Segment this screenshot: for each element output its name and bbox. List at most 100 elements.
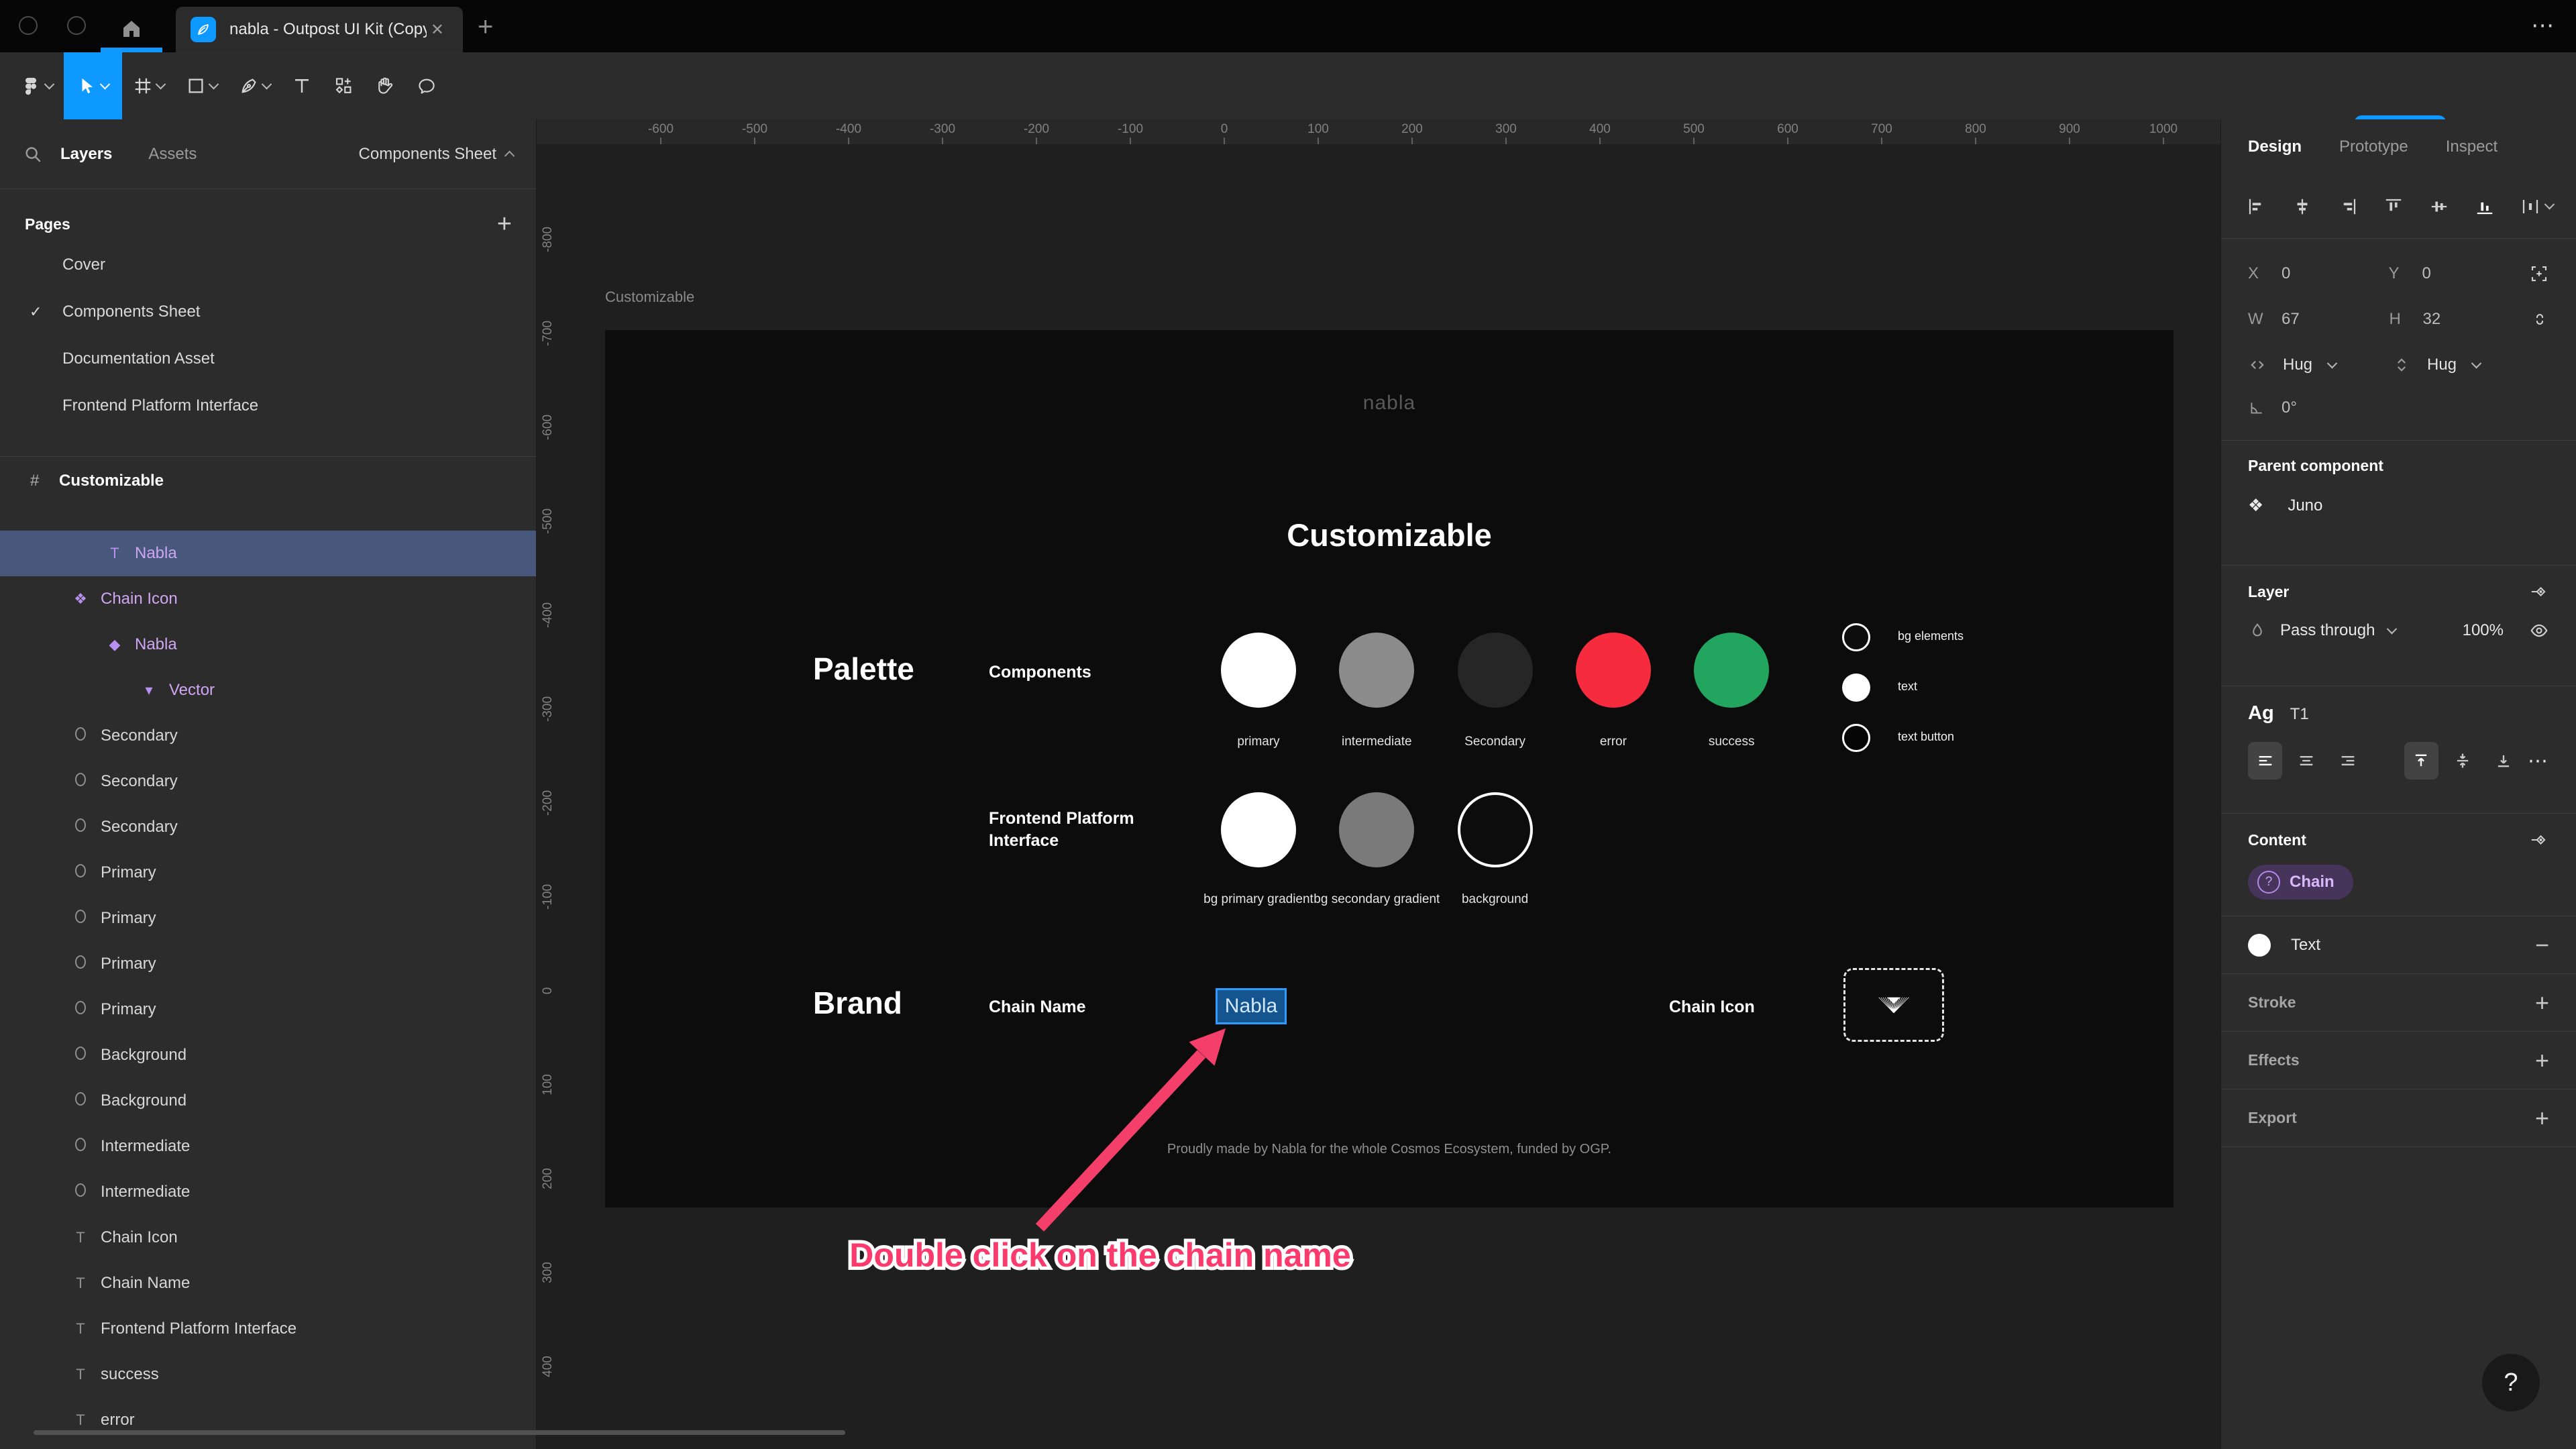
layer-row-chain-icon[interactable]: ❖Chain Icon bbox=[0, 576, 536, 622]
layer-row-secondary[interactable]: Secondary bbox=[0, 713, 536, 759]
frame-name-label[interactable]: Customizable bbox=[605, 288, 694, 306]
palette-swatch-secondary[interactable] bbox=[1458, 633, 1533, 708]
opacity-value[interactable]: 100% bbox=[2463, 621, 2504, 640]
styles-icon[interactable] bbox=[2529, 582, 2549, 602]
align-top-icon[interactable] bbox=[2383, 197, 2404, 217]
move-tool-button[interactable] bbox=[64, 52, 122, 119]
page-item-documentation-asset[interactable]: Documentation Asset bbox=[0, 335, 536, 382]
horizontal-resizing-dropdown[interactable]: Hug bbox=[2248, 356, 2392, 374]
layer-row-primary[interactable]: Primary bbox=[0, 941, 536, 987]
palette-swatch-primary[interactable] bbox=[1221, 633, 1296, 708]
pen-tool-button[interactable] bbox=[228, 52, 281, 119]
height-field[interactable]: H32 bbox=[2390, 310, 2531, 329]
chain-name-input[interactable]: Nabla bbox=[1216, 988, 1287, 1024]
mini-swatch-bg-elements[interactable] bbox=[1842, 623, 1870, 651]
layer-row-nabla[interactable]: ◆Nabla bbox=[0, 622, 536, 667]
customizable-frame[interactable]: nabla Customizable Palette Components pr… bbox=[605, 330, 2174, 1208]
fpi-swatch-bg-primary-gradient[interactable] bbox=[1221, 792, 1296, 867]
main-menu-button[interactable] bbox=[9, 52, 64, 119]
blend-mode-dropdown[interactable]: Pass through bbox=[2280, 621, 2375, 640]
horizontal-scrollbar[interactable] bbox=[34, 1430, 845, 1435]
parent-component-row[interactable]: ❖ Juno bbox=[2248, 495, 2549, 516]
fpi-swatch-bg-secondary-gradient[interactable] bbox=[1339, 792, 1414, 867]
text-align-middle-button[interactable] bbox=[2445, 742, 2479, 780]
layer-row-intermediate[interactable]: Intermediate bbox=[0, 1169, 536, 1215]
new-tab-button[interactable]: + bbox=[478, 12, 493, 42]
layer-row-nabla[interactable]: TNabla bbox=[0, 531, 536, 576]
layer-row-secondary[interactable]: Secondary bbox=[0, 804, 536, 850]
text-align-center-button[interactable] bbox=[2289, 742, 2323, 780]
add-page-button[interactable]: + bbox=[497, 210, 512, 239]
palette-swatch-success[interactable] bbox=[1694, 633, 1769, 708]
text-align-top-button[interactable] bbox=[2404, 742, 2438, 780]
components-tool-button[interactable] bbox=[323, 52, 364, 119]
page-item-frontend-platform-interface[interactable]: Frontend Platform Interface bbox=[0, 382, 536, 429]
layer-row-primary[interactable]: Primary bbox=[0, 896, 536, 941]
shape-tool-button[interactable] bbox=[175, 52, 228, 119]
text-align-right-button[interactable] bbox=[2330, 742, 2365, 780]
palette-swatch-intermediate[interactable] bbox=[1339, 633, 1414, 708]
fpi-swatch-background[interactable] bbox=[1458, 792, 1533, 867]
page-item-components-sheet[interactable]: ✓Components Sheet bbox=[0, 288, 536, 335]
layer-row-background[interactable]: Background bbox=[0, 1078, 536, 1124]
document-tab[interactable]: nabla - Outpost UI Kit (Copy) ✕ bbox=[176, 7, 463, 52]
layer-row-secondary[interactable]: Secondary bbox=[0, 759, 536, 804]
window-circle-1[interactable] bbox=[19, 16, 38, 35]
home-tab[interactable] bbox=[107, 9, 156, 48]
text-align-bottom-button[interactable] bbox=[2487, 742, 2521, 780]
fill-color-swatch[interactable] bbox=[2248, 934, 2271, 957]
layer-row-primary[interactable]: Primary bbox=[0, 850, 536, 896]
text-tool-button[interactable] bbox=[281, 52, 323, 119]
add-effect-button[interactable]: + bbox=[2535, 1049, 2549, 1073]
palette-swatch-error[interactable] bbox=[1576, 633, 1651, 708]
add-export-button[interactable]: + bbox=[2535, 1106, 2549, 1130]
constrain-proportions-icon[interactable] bbox=[2530, 310, 2549, 329]
mini-swatch-text[interactable] bbox=[1842, 674, 1870, 702]
align-bottom-icon[interactable] bbox=[2475, 197, 2495, 217]
align-right-icon[interactable] bbox=[2338, 197, 2358, 217]
align-horizontal-center-icon[interactable] bbox=[2292, 197, 2312, 217]
layer-row-success[interactable]: Tsuccess bbox=[0, 1352, 536, 1397]
type-settings-icon[interactable]: ⋯ bbox=[2528, 749, 2549, 773]
comment-tool-button[interactable] bbox=[406, 52, 447, 119]
page-item-cover[interactable]: Cover bbox=[0, 241, 536, 288]
vertical-resizing-dropdown[interactable]: Hug bbox=[2392, 356, 2536, 374]
y-position-field[interactable]: Y0 bbox=[2389, 264, 2530, 283]
hand-tool-button[interactable] bbox=[364, 52, 406, 119]
text-style-name[interactable]: T1 bbox=[2290, 705, 2309, 724]
chain-icon-dropzone[interactable] bbox=[1843, 968, 1944, 1042]
distribute-menu[interactable] bbox=[2520, 197, 2553, 217]
layer-row-primary[interactable]: Primary bbox=[0, 987, 536, 1032]
page-selector-dropdown[interactable]: Components Sheet bbox=[359, 145, 513, 164]
layer-row-frontend-platform-interface[interactable]: TFrontend Platform Interface bbox=[0, 1306, 536, 1352]
styles-icon[interactable] bbox=[2529, 830, 2549, 850]
remove-fill-button[interactable]: − bbox=[2535, 933, 2549, 957]
layer-row-error[interactable]: Terror bbox=[0, 1397, 536, 1443]
text-align-left-button[interactable] bbox=[2248, 742, 2282, 780]
frame-tool-button[interactable] bbox=[122, 52, 175, 119]
layer-row-chain-name[interactable]: TChain Name bbox=[0, 1260, 536, 1306]
layer-row-vector[interactable]: ▾Vector bbox=[0, 667, 536, 713]
x-position-field[interactable]: X0 bbox=[2248, 264, 2389, 283]
sidebar-item-customizable-frame[interactable]: # Customizable bbox=[0, 458, 536, 504]
add-stroke-button[interactable]: + bbox=[2535, 991, 2549, 1015]
window-circle-2[interactable] bbox=[67, 16, 86, 35]
layer-row-intermediate[interactable]: Intermediate bbox=[0, 1124, 536, 1169]
canvas[interactable]: -600-500-400-300-200-1000100200300400500… bbox=[537, 119, 2220, 1449]
tab-prototype[interactable]: Prototype bbox=[2339, 138, 2408, 156]
align-vertical-center-icon[interactable] bbox=[2429, 197, 2449, 217]
search-icon[interactable] bbox=[23, 144, 43, 164]
tab-design[interactable]: Design bbox=[2248, 138, 2302, 156]
frame-align-icon[interactable] bbox=[2529, 264, 2549, 284]
close-tab-icon[interactable]: ✕ bbox=[427, 17, 448, 42]
tab-assets[interactable]: Assets bbox=[148, 145, 197, 164]
chain-content-chip[interactable]: ? Chain bbox=[2248, 865, 2353, 900]
tab-overflow-icon[interactable]: ⋯ bbox=[2531, 12, 2556, 39]
tab-inspect[interactable]: Inspect bbox=[2446, 138, 2498, 156]
mini-swatch-text-button[interactable] bbox=[1842, 724, 1870, 752]
width-field[interactable]: W67 bbox=[2248, 310, 2390, 329]
align-left-icon[interactable] bbox=[2247, 197, 2267, 217]
layer-row-background[interactable]: Background bbox=[0, 1032, 536, 1078]
visibility-eye-icon[interactable] bbox=[2529, 621, 2549, 641]
tab-layers[interactable]: Layers bbox=[60, 145, 112, 164]
